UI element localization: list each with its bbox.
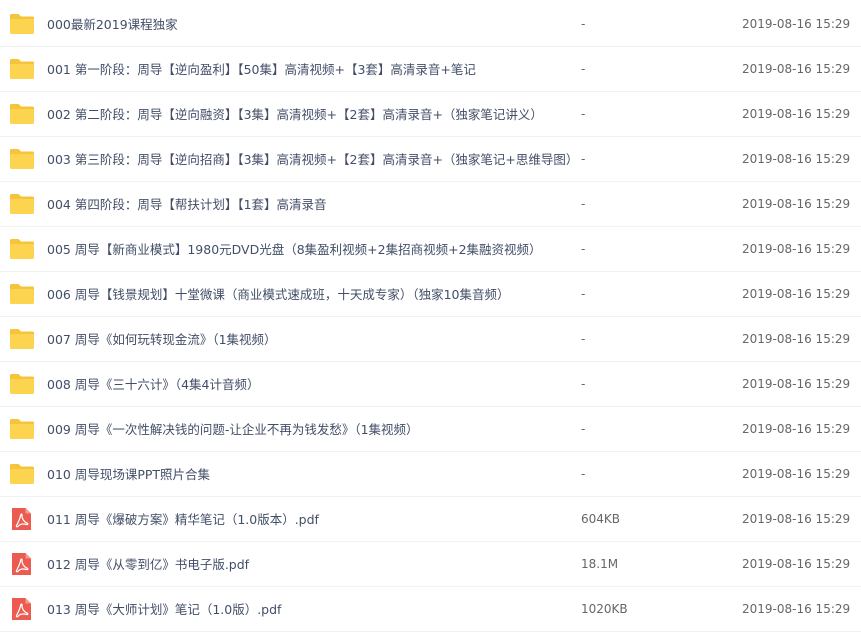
file-modified-date: 2019-08-16 15:29	[742, 557, 851, 571]
file-modified-date: 2019-08-16 15:29	[742, 377, 851, 391]
file-name-link[interactable]: 007 周导《如何玩转现金流》（1集视频）	[47, 331, 277, 348]
file-name-link[interactable]: 013 周导《大师计划》笔记（1.0版）.pdf	[47, 601, 281, 618]
file-modified-date: 2019-08-16 15:29	[742, 512, 851, 526]
folder-icon	[9, 237, 35, 261]
file-row[interactable]: 007 周导《如何玩转现金流》（1集视频） - 2019-08-16 15:29	[0, 317, 861, 362]
file-size: -	[581, 242, 586, 256]
file-modified-date: 2019-08-16 15:29	[742, 197, 851, 211]
file-size: 604KB	[581, 512, 621, 526]
file-list: 000最新2019课程独家 -2019-08-16 15:29 001 第一阶段：周…	[0, 0, 861, 636]
folder-icon	[9, 57, 35, 81]
pdf-icon	[9, 552, 35, 576]
file-name-link[interactable]: 006 周导【钱景规划】十堂微课（商业模式速成班，十天成专家）（独家10集音频）	[47, 286, 510, 303]
file-size: -	[581, 197, 586, 211]
file-row[interactable]: 010 周导现场课PPT照片合集 - 2019-08-16 15:29	[0, 452, 861, 497]
folder-icon	[9, 372, 35, 396]
file-row[interactable]: 006 周导【钱景规划】十堂微课（商业模式速成班，十天成专家）（独家10集音频）…	[0, 272, 861, 317]
file-name-link[interactable]: 009 周导《一次性解决钱的问题-让企业不再为钱发愁》（1集视频）	[47, 421, 419, 438]
file-name-link[interactable]: 004 第四阶段：周导【帮扶计划】【1套】高清录音	[47, 196, 327, 213]
folder-icon	[9, 462, 35, 486]
file-modified-date: 2019-08-16 15:29	[742, 152, 851, 166]
folder-icon	[9, 192, 35, 216]
pdf-icon	[9, 597, 35, 621]
file-modified-date: 2019-08-16 15:29	[742, 242, 851, 256]
file-modified-date: 2019-08-16 15:29	[742, 467, 851, 481]
file-row[interactable]: 001 第一阶段：周导【逆向盈利】【50集】高清视频+【3套】高清录音+笔记 - 2…	[0, 47, 861, 92]
file-row[interactable]: 008 周导《三十六计》（4集4计音频） - 2019-08-16 15:29	[0, 362, 861, 407]
file-modified-date: 2019-08-16 15:29	[742, 602, 851, 616]
folder-icon	[9, 12, 35, 36]
file-row[interactable]: 011 周导《爆破方案》精华笔记（1.0版本）.pdf 604KB 2019-08-…	[0, 497, 861, 542]
file-modified-date: 2019-08-16 15:29	[742, 332, 851, 346]
file-row[interactable]: 003 第三阶段：周导【逆向招商】【3集】高清视频+【2套】高清录音+（独家笔记…	[0, 137, 861, 182]
file-size: -	[581, 287, 586, 301]
file-row[interactable]: 013 周导《大师计划》笔记（1.0版）.pdf 1020KB 2019-08-16…	[0, 587, 861, 632]
file-name-link[interactable]: 000最新2019课程独家	[47, 16, 178, 33]
file-row[interactable]: 012 周导《从零到亿》书电子版.pdf 18.1M 2019-08-16 15:2…	[0, 542, 861, 587]
file-name-link[interactable]: 002 第二阶段：周导【逆向融资】【3集】高清视频+【2套】高清录音+（独家笔记…	[47, 106, 543, 123]
file-modified-date: 2019-08-16 15:29	[742, 287, 851, 301]
file-size: 18.1M	[581, 557, 619, 571]
file-row[interactable]: 005 周导【新商业模式】1980元DVD光盘（8集盈利视频+2集招商视频+2集…	[0, 227, 861, 272]
file-size: -	[581, 152, 586, 166]
file-size: -	[581, 332, 586, 346]
folder-icon	[9, 282, 35, 306]
file-size: 1020KB	[581, 602, 628, 616]
file-size: -	[581, 422, 586, 436]
file-name-link[interactable]: 001 第一阶段：周导【逆向盈利】【50集】高清视频+【3套】高清录音+笔记	[47, 61, 476, 78]
file-modified-date: 2019-08-16 15:29	[742, 422, 851, 436]
file-size: -	[581, 62, 586, 76]
file-size: -	[581, 467, 586, 481]
file-row[interactable]: 002 第二阶段：周导【逆向融资】【3集】高清视频+【2套】高清录音+（独家笔记…	[0, 92, 861, 137]
file-row[interactable]: 004 第四阶段：周导【帮扶计划】【1套】高清录音 - 2019-08-16 15:…	[0, 182, 861, 227]
folder-icon	[9, 102, 35, 126]
file-name-link[interactable]: 011 周导《爆破方案》精华笔记（1.0版本）.pdf	[47, 511, 319, 528]
folder-icon	[9, 417, 35, 441]
file-name-link[interactable]: 012 周导《从零到亿》书电子版.pdf	[47, 556, 249, 573]
file-row[interactable]: 000最新2019课程独家 - 2019-08-16 15:29	[0, 2, 861, 47]
file-name-link[interactable]: 010 周导现场课PPT照片合集	[47, 466, 210, 483]
folder-icon	[9, 327, 35, 351]
file-size: -	[581, 107, 586, 121]
file-modified-date: 2019-08-16 15:29	[742, 107, 851, 121]
file-size: -	[581, 17, 586, 31]
file-name-link[interactable]: 003 第三阶段：周导【逆向招商】【3集】高清视频+【2套】高清录音+（独家笔记…	[47, 151, 578, 168]
file-size: -	[581, 377, 586, 391]
file-modified-date: 2019-08-16 15:29	[742, 62, 851, 76]
file-row[interactable]: 009 周导《一次性解决钱的问题-让企业不再为钱发愁》（1集视频） - 2019-0…	[0, 407, 861, 452]
folder-icon	[9, 147, 35, 171]
pdf-icon	[9, 507, 35, 531]
file-name-link[interactable]: 005 周导【新商业模式】1980元DVD光盘（8集盈利视频+2集招商视频+2集…	[47, 241, 542, 258]
file-name-link[interactable]: 008 周导《三十六计》（4集4计音频）	[47, 376, 260, 393]
file-modified-date: 2019-08-16 15:29	[742, 17, 851, 31]
